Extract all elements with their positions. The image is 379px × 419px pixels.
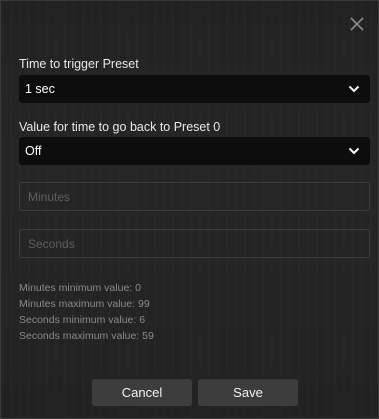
preset-timer-dialog: Time to trigger Preset 1 sec Value for t… <box>0 0 379 419</box>
minutes-input[interactable] <box>19 182 370 211</box>
seconds-max-text: Seconds maximum value: 59 <box>19 330 154 342</box>
minutes-max-text: Minutes maximum value: 99 <box>19 298 150 310</box>
save-button[interactable]: Save <box>198 379 298 406</box>
seconds-input[interactable] <box>19 229 370 258</box>
cancel-button[interactable]: Cancel <box>92 379 192 406</box>
seconds-min-text: Seconds minimum value: 6 <box>19 314 146 326</box>
trigger-time-label: Time to trigger Preset <box>19 57 139 71</box>
chevron-down-icon <box>348 85 360 93</box>
return-time-label: Value for time to go back to Preset 0 <box>19 120 221 134</box>
return-time-select[interactable]: Off <box>19 137 370 165</box>
close-button[interactable] <box>346 13 368 35</box>
chevron-down-icon <box>348 147 360 155</box>
minutes-min-text: Minutes minimum value: 0 <box>19 282 141 294</box>
trigger-time-select[interactable]: 1 sec <box>19 75 370 103</box>
close-icon <box>350 17 364 31</box>
return-time-value: Off <box>25 144 42 158</box>
trigger-time-value: 1 sec <box>25 82 55 96</box>
value-limits-info: Minutes minimum value: 0 Minutes maximum… <box>19 280 154 344</box>
